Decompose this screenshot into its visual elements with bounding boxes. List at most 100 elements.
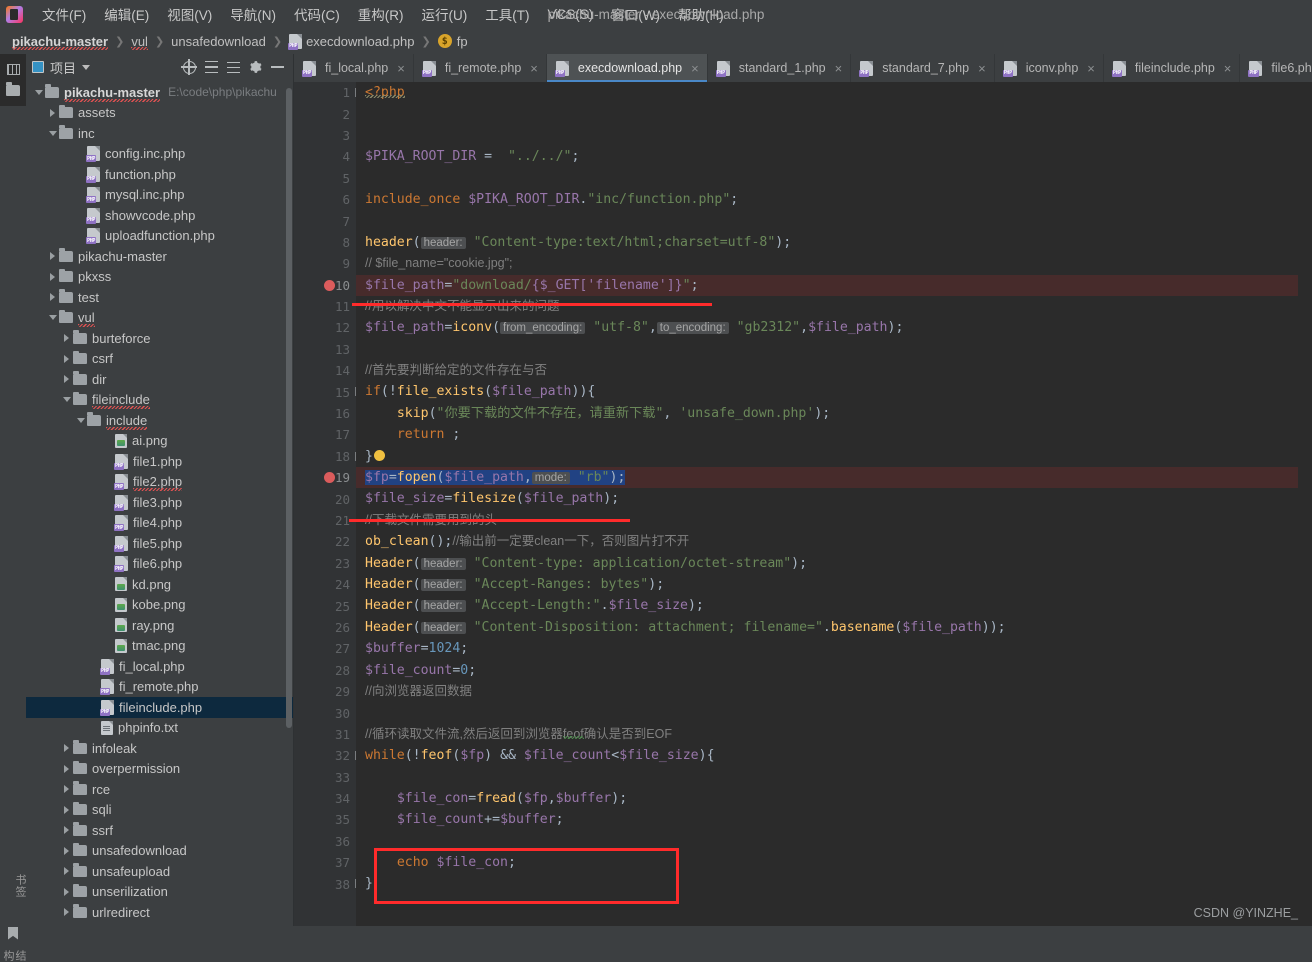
chevron-down-icon[interactable] [74,417,87,423]
menu-code[interactable]: 代码(C) [285,1,349,27]
tree-item-fi-local-php[interactable]: fi_local.php [26,656,293,677]
rail-label-structure[interactable]: 结构 [0,950,26,962]
editor-tab-fi-local-php[interactable]: fi_local.php × [294,54,414,82]
chevron-right-icon[interactable] [60,764,73,773]
code-line-2[interactable] [356,103,1298,124]
close-icon[interactable]: × [1224,61,1232,76]
code-line-29[interactable]: //向浏览器返回数据 [356,681,1298,702]
editor-tab-standard-7-php[interactable]: standard_7.php × [851,54,995,82]
editor-area[interactable]: 1−23456789101112131415−161718+1920212223… [294,82,1312,926]
gutter-line-34[interactable]: 34 [294,788,356,809]
tree-item-unsafeupload[interactable]: unsafeupload [26,861,293,882]
gutter-line-18[interactable]: 18+ [294,446,364,467]
tree-item-file6-php[interactable]: file6.php [26,554,293,575]
tree-item-unsafedownload[interactable]: unsafedownload [26,841,293,862]
menu-refactor[interactable]: 重构(R) [349,1,413,27]
tree-item-function-php[interactable]: function.php [26,164,293,185]
chevron-right-icon[interactable] [60,826,73,835]
breadcrumb-item-project[interactable]: pikachu-master [12,34,109,50]
tree-item-kd-png[interactable]: kd.png [26,574,293,595]
gutter-line-22[interactable]: 22 [294,531,356,552]
gutter-line-28[interactable]: 28 [294,660,356,681]
tree-item-file5-php[interactable]: file5.php [26,533,293,554]
gutter-line-32[interactable]: 32− [294,745,364,766]
gutter-line-33[interactable]: 33 [294,767,356,788]
code-line-32[interactable]: while(!feof($fp) && $file_count<$file_si… [356,745,1298,766]
gutter-line-30[interactable]: 30 [294,702,356,723]
gutter-line-23[interactable]: 23 [294,553,356,574]
chevron-down-icon[interactable] [46,315,59,321]
tree-item-assets[interactable]: assets [26,103,293,124]
menu-help[interactable]: 帮助(H) [669,1,733,27]
chevron-right-icon[interactable] [60,846,73,855]
editor-tab-fi-remote-php[interactable]: fi_remote.php × [414,54,547,82]
chevron-right-icon[interactable] [60,785,73,794]
tree-item-fi-remote-php[interactable]: fi_remote.php [26,677,293,698]
chevron-right-icon[interactable] [60,908,73,917]
gutter-line-10[interactable]: 10 [294,275,356,296]
code-line-17[interactable]: return ; [356,424,1298,445]
breadcrumb-item-file[interactable]: execdownload.php [288,33,415,50]
close-icon[interactable]: × [1087,61,1095,76]
chevron-right-icon[interactable] [60,867,73,876]
tree-item-pkxss[interactable]: pkxss [26,267,293,288]
tree-item-include[interactable]: include [26,410,293,431]
project-folder-icon[interactable] [2,80,24,100]
tree-item-urlredirect[interactable]: urlredirect [26,902,293,923]
close-icon[interactable]: × [530,61,538,76]
menu-view[interactable]: 视图(V) [158,1,221,27]
editor-tab-bar[interactable]: fi_local.php×fi_remote.php×execdownload.… [294,54,1312,82]
chevron-down-icon[interactable] [32,89,45,95]
selected-code[interactable]: $fp=fopen($file_path, mode: "rb"); [365,470,626,486]
editor-tab-execdownload-php[interactable]: execdownload.php × [546,54,708,82]
gutter-line-3[interactable]: 3 [294,125,356,146]
gutter-line-7[interactable]: 7 [294,210,356,231]
gutter-line-21[interactable]: 21 [294,510,356,531]
code-line-16[interactable]: skip("你要下载的文件不存在，请重新下载", 'unsafe_down.ph… [356,403,1298,424]
code-line-8[interactable]: header(header: "Content-type:text/html;c… [356,232,1298,253]
gutter-line-4[interactable]: 4 [294,146,356,167]
gutter-line-8[interactable]: 8 [294,232,356,253]
gutter-line-15[interactable]: 15− [294,381,364,402]
intention-bulb-icon[interactable] [373,449,385,461]
code-line-34[interactable]: $file_con=fread($fp,$buffer); [356,788,1298,809]
expand-all-icon[interactable] [201,57,221,77]
code-line-11[interactable]: //用以解决中文不能显示出来的问题 [356,296,1298,317]
tree-item-inc[interactable]: inc [26,123,293,144]
tree-item-mysql-inc-php[interactable]: mysql.inc.php [26,185,293,206]
gutter-line-11[interactable]: 11 [294,296,356,317]
tree-item-phpinfo-txt[interactable]: phpinfo.txt [26,718,293,739]
code-line-9[interactable]: // $file_name="cookie.jpg"; [356,253,1298,274]
tree-item-kobe-png[interactable]: kobe.png [26,595,293,616]
code-line-22[interactable]: ob_clean();//输出前一定要clean一下，否则图片打不开 [356,531,1298,552]
gutter-line-5[interactable]: 5 [294,168,356,189]
project-tree-scrollbar[interactable] [286,88,292,728]
code-line-30[interactable] [356,702,1298,723]
code-line-18[interactable]: } [356,446,1298,467]
tree-item-rce[interactable]: rce [26,779,293,800]
rail-label-bookmarks[interactable]: 书签 [0,874,26,898]
breadcrumb-item-symbol[interactable]: $ fp [437,34,468,49]
tree-item-pikachu-master[interactable]: pikachu-master [26,246,293,267]
bookmark-icon[interactable] [2,923,24,943]
chevron-right-icon[interactable] [60,375,73,384]
gutter-line-35[interactable]: 35 [294,809,356,830]
code-line-20[interactable]: $file_size=filesize($file_path); [356,488,1298,509]
gutter-line-31[interactable]: 31 [294,724,356,745]
editor-tab-standard-1-php[interactable]: standard_1.php × [708,54,852,82]
code-line-26[interactable]: Header(header: "Content-Disposition: att… [356,617,1298,638]
chevron-right-icon[interactable] [60,744,73,753]
breakpoint-marker[interactable] [324,472,335,484]
menu-edit[interactable]: 编辑(E) [95,1,158,27]
hide-panel-icon[interactable] [267,57,287,77]
tree-item-fileinclude[interactable]: fileinclude [26,390,293,411]
editor-tab-file6-php[interactable]: file6.php [1240,54,1312,82]
code-content[interactable]: <?php $PIKA_ROOT_DIR = "../../"; include_o… [356,82,1298,926]
tree-item-file2-php[interactable]: file2.php [26,472,293,493]
editor-tab-fileinclude-php[interactable]: fileinclude.php × [1104,54,1241,82]
collapse-all-icon[interactable] [223,57,243,77]
gutter-line-36[interactable]: 36 [294,831,356,852]
tree-item-dir[interactable]: dir [26,369,293,390]
gutter-line-27[interactable]: 27 [294,638,356,659]
code-line-33[interactable] [356,767,1298,788]
